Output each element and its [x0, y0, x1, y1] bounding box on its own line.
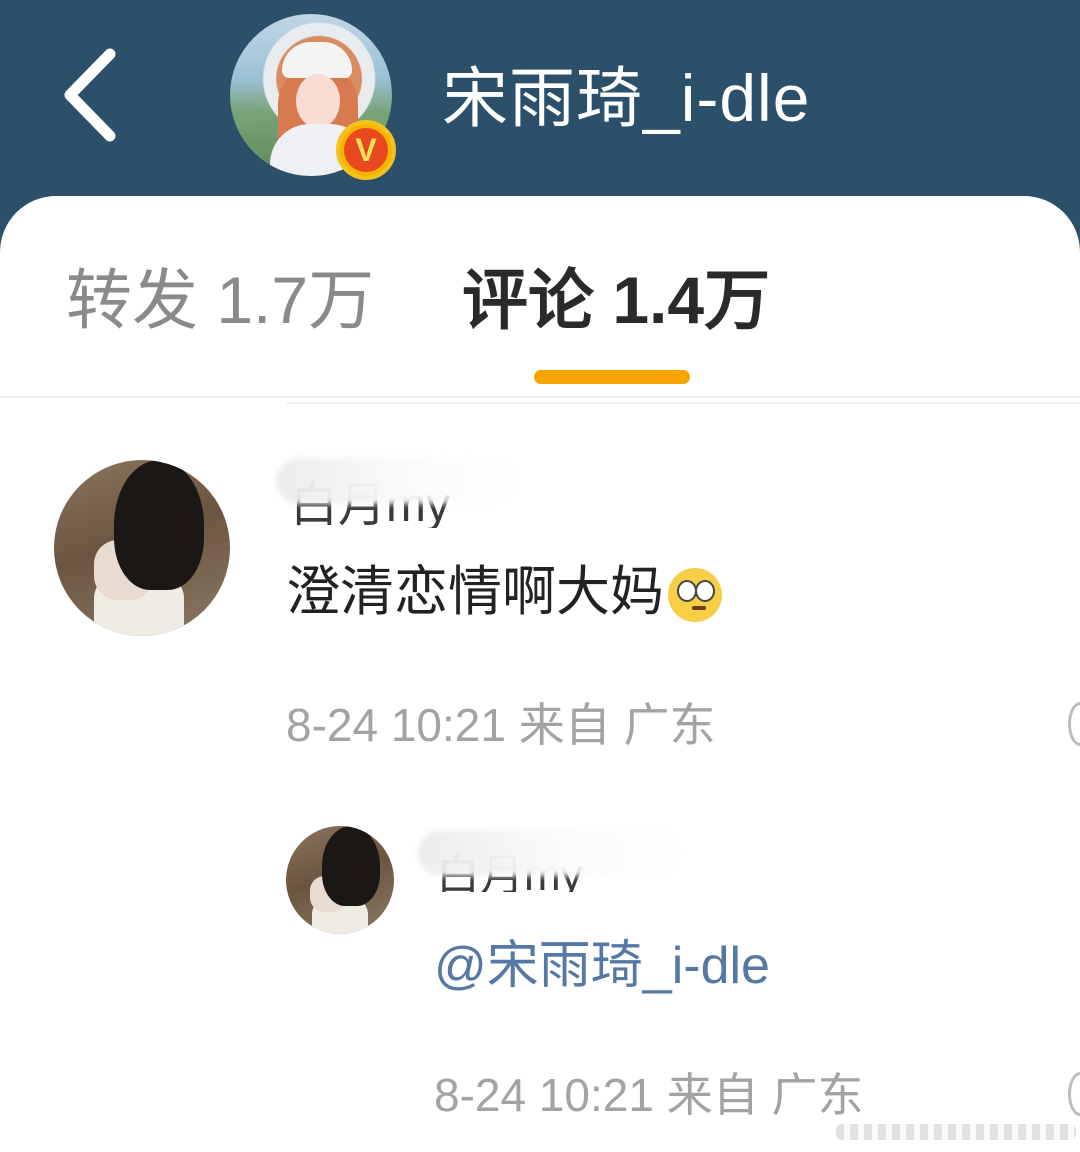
active-tab-indicator: [534, 370, 690, 384]
back-arrow-icon: [64, 48, 116, 142]
tab-comments[interactable]: 评论 1.4万: [462, 260, 770, 340]
tab-divider: [0, 396, 1080, 398]
avatar-hair: [114, 460, 204, 590]
tab-bar: 转发 1.7万 评论 1.4万: [0, 196, 1080, 396]
reply-time: 8-24 10:21: [434, 1069, 654, 1121]
comment-body: 澄清恋情啊大妈: [286, 560, 664, 623]
verified-badge-icon: V: [336, 120, 396, 180]
reply-source-label: 来自: [666, 1069, 759, 1121]
reply-avatar[interactable]: [286, 826, 394, 934]
face-with-rolling-eyes-icon: [668, 568, 722, 623]
back-button[interactable]: [40, 40, 140, 150]
avatar-face: [296, 74, 340, 128]
avatar-hair: [322, 826, 380, 906]
comment-text: 澄清恋情啊大妈: [286, 560, 722, 624]
username-blur-mask: [418, 830, 688, 876]
comment-reply-icon[interactable]: [1068, 702, 1080, 746]
username-blur-mask: [276, 458, 526, 504]
reply-meta: 8-24 10:21 来自 广东: [434, 1068, 864, 1122]
tab-reposts[interactable]: 转发 1.7万: [66, 260, 374, 340]
tab-divider-secondary: [286, 402, 1080, 404]
comments-panel: 转发 1.7万 评论 1.4万 白月my 澄清恋情啊大妈 8-24 10:21 …: [0, 196, 1080, 1152]
reply-location: 广东: [771, 1069, 864, 1121]
comment-avatar[interactable]: [54, 460, 230, 636]
comment-meta: 8-24 10:21 来自 广东: [286, 698, 716, 752]
reply-mention-link[interactable]: @宋雨琦_i-dle: [434, 936, 770, 996]
comment-time: 8-24 10:21: [286, 699, 506, 751]
avatar-hat: [282, 42, 352, 78]
watermark: [836, 1124, 1076, 1140]
comment-location: 广东: [623, 699, 716, 751]
reply-reply-icon[interactable]: [1068, 1072, 1080, 1116]
comment-source-label: 来自: [518, 699, 611, 751]
profile-name[interactable]: 宋雨琦_i-dle: [442, 58, 810, 138]
verified-badge-label: V: [344, 128, 388, 172]
